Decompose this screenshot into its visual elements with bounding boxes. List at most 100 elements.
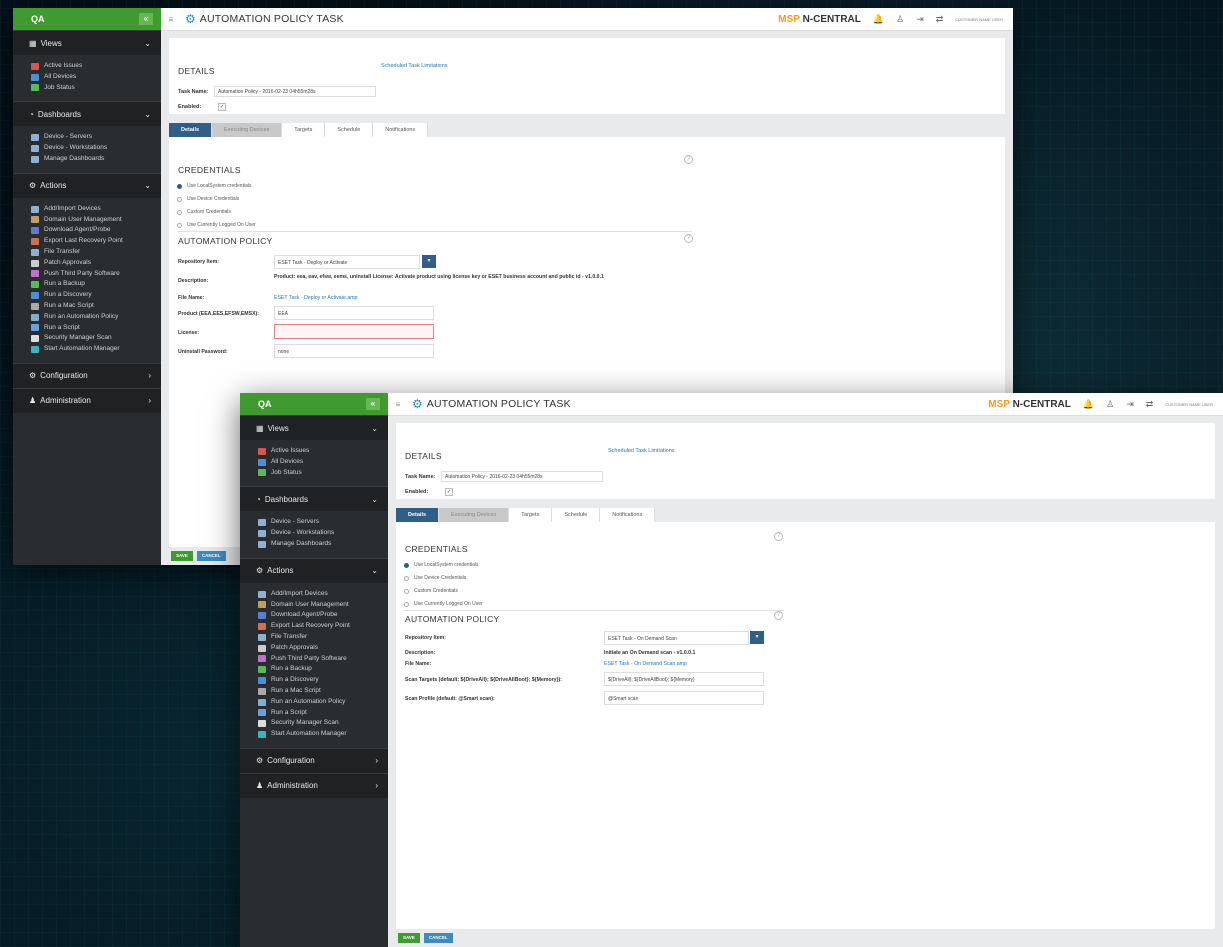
notifications-icon[interactable]: ⇄ (936, 14, 944, 25)
save-button[interactable]: SAVE (398, 933, 420, 943)
sidebar-action-item[interactable]: Add/Import Devices (31, 204, 161, 215)
collapse-icon[interactable]: « (139, 13, 153, 25)
logout-icon[interactable]: ⇥ (1126, 399, 1134, 410)
sidebar-action-item[interactable]: Run a Script (258, 708, 388, 719)
sidebar-item-manage-dashboards[interactable]: Manage Dashboards (258, 539, 388, 550)
radio-logged-on-user[interactable]: Use Currently Logged On User (404, 601, 483, 607)
tab-executing-devices[interactable]: Executing Devices (439, 508, 510, 522)
help-icon[interactable]: ? (774, 611, 783, 620)
sidebar-item-device-workstations[interactable]: Device - Workstations (258, 528, 388, 539)
radio-button[interactable] (177, 209, 182, 215)
sidebar-action-item[interactable]: File Transfer (31, 247, 161, 258)
sidebar-action-item[interactable]: Download Agent/Probe (258, 610, 388, 621)
sidebar-section-actions[interactable]: ⚙ Actions ⌄ (240, 557, 388, 583)
radio-button[interactable] (177, 196, 182, 202)
product-input[interactable]: EEA (274, 306, 434, 320)
collapse-icon[interactable]: « (366, 398, 380, 410)
sidebar-section-views[interactable]: ▦ Views ⌄ (13, 30, 161, 55)
sidebar-item-device-servers[interactable]: Device - Servers (31, 132, 161, 143)
tab-schedule[interactable]: Schedule (325, 123, 374, 137)
task-name-input[interactable]: Automation Policy - 2016-02-23 04h55m28s (441, 471, 603, 482)
radio-device-credentials[interactable]: Use Device Credentials (177, 196, 239, 202)
radio-button[interactable] (404, 601, 409, 607)
sidebar-section-actions[interactable]: ⚙ Actions ⌄ (13, 172, 161, 198)
sidebar-section-configuration[interactable]: ⚙ Configuration › (240, 747, 388, 773)
sidebar-item-job-status[interactable]: Job Status (31, 83, 161, 94)
sidebar-action-item[interactable]: Security Manager Scan (258, 718, 388, 729)
sidebar-item-active-issues[interactable]: Active Issues (258, 446, 388, 457)
scan-targets-input[interactable]: ${DriveAll}; ${DriveAllBoot}; ${Memory} (604, 672, 764, 686)
sidebar-action-item[interactable]: Export Last Recovery Point (31, 236, 161, 247)
file-name-link[interactable]: ESET Task - Deploy or Activate.amp (274, 295, 357, 301)
cancel-button[interactable]: CANCEL (196, 551, 226, 561)
radio-button[interactable] (404, 588, 409, 594)
tab-notifications[interactable]: Notifications (600, 508, 656, 522)
repository-dropdown-button[interactable]: ▾ (422, 255, 436, 268)
sidebar-action-item[interactable]: Patch Approvals (258, 643, 388, 654)
sidebar-action-item[interactable]: Security Manager Scan (31, 333, 161, 344)
sidebar-action-item[interactable]: Start Automation Manager (258, 729, 388, 740)
menu-icon[interactable]: ≡ (161, 15, 181, 24)
sidebar-action-item[interactable]: Run a Mac Script (258, 686, 388, 697)
sidebar-action-item[interactable]: Run an Automation Policy (31, 312, 161, 323)
sidebar-action-item[interactable]: Run a Backup (31, 279, 161, 290)
sidebar-item-all-devices[interactable]: All Devices (31, 72, 161, 83)
radio-custom-credentials[interactable]: Custom Credentials (404, 588, 458, 594)
sidebar-section-configuration[interactable]: ⚙ Configuration › (13, 362, 161, 388)
sidebar-action-item[interactable]: Run a Script (31, 323, 161, 334)
sidebar-section-dashboards[interactable]: ◔ Dashboards ⌄ (13, 101, 161, 127)
task-name-input[interactable]: Automation Policy - 2016-02-23 04h55m28s (214, 86, 376, 97)
sidebar-action-item[interactable]: Export Last Recovery Point (258, 621, 388, 632)
sidebar-section-dashboards[interactable]: ◔ Dashboards ⌄ (240, 486, 388, 512)
logout-icon[interactable]: ⇥ (916, 14, 924, 25)
sidebar-action-item[interactable]: Run a Backup (258, 664, 388, 675)
file-name-link[interactable]: ESET Task - On Demand Scan.amp (604, 661, 687, 667)
sidebar-action-item[interactable]: Patch Approvals (31, 258, 161, 269)
sidebar-action-item[interactable]: Start Automation Manager (31, 344, 161, 355)
radio-local-system[interactable]: Use LocalSystem credentials (177, 183, 251, 189)
radio-local-system[interactable]: Use LocalSystem credentials (404, 562, 478, 568)
sidebar-action-item[interactable]: Push Third Party Software (258, 654, 388, 665)
save-button[interactable]: SAVE (171, 551, 193, 561)
repository-item-select[interactable]: ESET Task - Deploy or Activate (274, 255, 420, 269)
radio-custom-credentials[interactable]: Custom Credentials (177, 209, 231, 215)
scheduled-task-limitations-link[interactable]: Scheduled Task Limitations (608, 448, 675, 454)
radio-button[interactable] (177, 183, 182, 189)
radio-logged-on-user[interactable]: Use Currently Logged On User (177, 222, 256, 228)
license-input[interactable] (274, 324, 434, 339)
sidebar-item-manage-dashboards[interactable]: Manage Dashboards (31, 154, 161, 165)
bell-icon[interactable]: 🔔 (873, 14, 884, 25)
tab-executing-devices[interactable]: Executing Devices (212, 123, 283, 137)
sidebar-action-item[interactable]: Download Agent/Probe (31, 225, 161, 236)
tab-targets[interactable]: Targets (282, 123, 326, 137)
help-icon[interactable]: ? (684, 155, 693, 164)
cancel-button[interactable]: CANCEL (423, 933, 453, 943)
notifications-icon[interactable]: ⇄ (1146, 399, 1154, 410)
sidebar-action-item[interactable]: Domain User Management (258, 600, 388, 611)
sidebar-action-item[interactable]: Push Third Party Software (31, 269, 161, 280)
sidebar-item-device-workstations[interactable]: Device - Workstations (31, 143, 161, 154)
sidebar-action-item[interactable]: Add/Import Devices (258, 589, 388, 600)
radio-button[interactable] (177, 222, 182, 228)
uninstall-password-input[interactable]: none (274, 344, 434, 358)
user-icon[interactable]: ♙ (1106, 399, 1114, 410)
radio-button[interactable] (404, 575, 409, 581)
sidebar-action-item[interactable]: Domain User Management (31, 215, 161, 226)
sidebar-item-all-devices[interactable]: All Devices (258, 457, 388, 468)
menu-icon[interactable]: ≡ (388, 400, 408, 409)
help-icon[interactable]: ? (774, 532, 783, 541)
repository-item-select[interactable]: ESET Task - On Demand Scan (604, 631, 749, 645)
radio-device-credentials[interactable]: Use Device Credentials (404, 575, 466, 581)
sidebar-item-job-status[interactable]: Job Status (258, 468, 388, 479)
tab-notifications[interactable]: Notifications (373, 123, 429, 137)
user-icon[interactable]: ♙ (896, 14, 904, 25)
tab-details[interactable]: Details (396, 508, 440, 522)
help-icon[interactable]: ? (684, 234, 693, 243)
enabled-checkbox[interactable]: ✓ (445, 488, 453, 496)
tab-details[interactable]: Details (169, 123, 213, 137)
tab-schedule[interactable]: Schedule (552, 508, 601, 522)
sidebar-section-views[interactable]: ▦ Views ⌄ (240, 415, 388, 440)
radio-button[interactable] (404, 562, 409, 568)
sidebar-section-administration[interactable]: ♟ Administration › (240, 772, 388, 798)
repository-dropdown-button[interactable]: ▾ (750, 631, 764, 644)
